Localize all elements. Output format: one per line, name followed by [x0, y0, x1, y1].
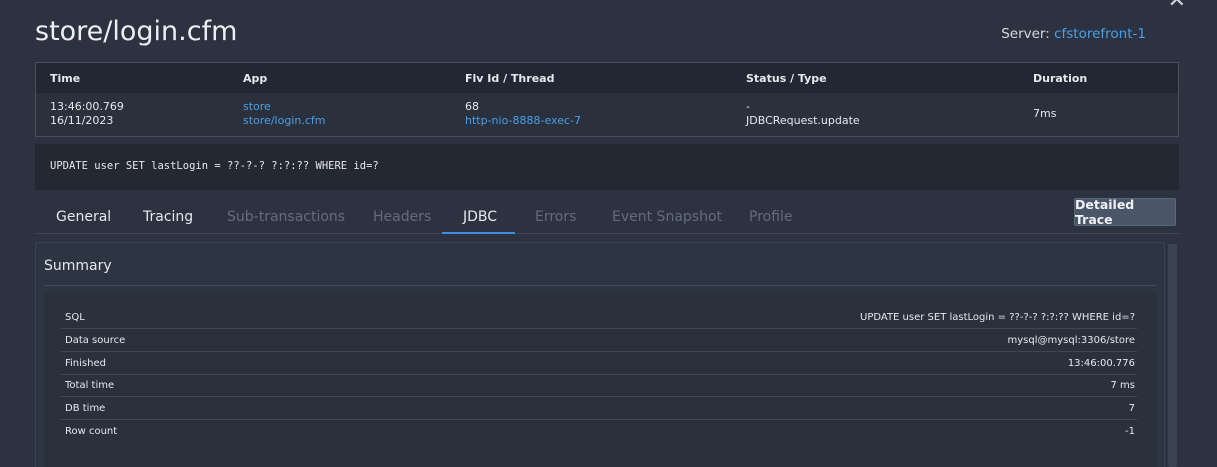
detail-value: 7 ms — [1110, 380, 1136, 391]
detailed-trace-button[interactable]: Detailed Trace — [1074, 197, 1176, 227]
tab-errors[interactable]: Errors — [535, 209, 576, 225]
close-icon[interactable]: ✕ — [1168, 0, 1186, 12]
cell-flv-thread: 68 http-nio-8888-exec-7 — [465, 100, 581, 128]
tab-jdbc[interactable]: JDBC — [463, 209, 497, 225]
detail-key: Finished — [65, 358, 106, 369]
server-label: Server: — [1001, 26, 1050, 42]
tab-tracing[interactable]: Tracing — [143, 209, 193, 225]
detail-key: Total time — [65, 380, 115, 391]
detail-row-total-time: Total time 7 ms — [61, 374, 1137, 397]
server-info: Server: cfstorefront-1 — [1001, 26, 1146, 42]
panel-divider — [44, 285, 1157, 286]
detail-key: SQL — [65, 312, 85, 323]
header-duration: Duration — [1033, 72, 1088, 85]
detail-value: mysql@mysql:3306/store — [1007, 335, 1135, 346]
flv-id: 68 — [465, 100, 479, 113]
header-time: Time — [50, 72, 81, 85]
detail-value: 7 — [1128, 403, 1135, 414]
table-header: Time App Flv Id / Thread Status / Type D… — [36, 63, 1178, 93]
tab-profile[interactable]: Profile — [749, 209, 793, 225]
jdbc-summary-list: SQL UPDATE user SET lastLogin = ??-?-? ?… — [44, 293, 1157, 467]
time-value: 13:46:00.769 — [50, 100, 124, 113]
detail-key: Data source — [65, 335, 126, 346]
detail-row-row-count: Row count -1 — [61, 420, 1137, 443]
tab-sub-transactions[interactable]: Sub-transactions — [227, 209, 345, 225]
type-value: JDBCRequest.update — [746, 114, 860, 127]
tab-general[interactable]: General — [56, 209, 111, 225]
sql-statement: UPDATE user SET lastLogin = ??-?-? ?:?:?… — [35, 144, 1179, 190]
tab-event-snapshot[interactable]: Event Snapshot — [612, 209, 722, 225]
detail-value: UPDATE user SET lastLogin = ??-?-? ?:?:?… — [860, 312, 1135, 323]
active-tab-indicator — [442, 232, 515, 234]
cell-time: 13:46:00.769 16/11/2023 — [50, 100, 124, 128]
panel-scrollbar[interactable] — [1168, 244, 1177, 467]
thread-link[interactable]: http-nio-8888-exec-7 — [465, 114, 581, 128]
detail-row-data-source: Data source mysql@mysql:3306/store — [61, 329, 1137, 352]
transaction-summary-table: Time App Flv Id / Thread Status / Type D… — [35, 62, 1179, 137]
detail-row-finished: Finished 13:46:00.776 — [61, 352, 1137, 375]
panel-title: Summary — [44, 258, 112, 274]
header-app: App — [243, 72, 268, 85]
detail-row-db-time: DB time 7 — [61, 397, 1137, 420]
header-status-type: Status / Type — [746, 72, 827, 85]
app-link[interactable]: store — [243, 100, 325, 114]
cell-app: store store/login.cfm — [243, 100, 325, 128]
status-value: - — [746, 100, 750, 113]
detail-value: 13:46:00.776 — [1067, 358, 1135, 369]
date-value: 16/11/2023 — [50, 114, 114, 127]
detail-value: -1 — [1125, 426, 1135, 437]
cell-status-type: - JDBCRequest.update — [746, 100, 860, 128]
duration-value: 7ms — [1033, 107, 1057, 120]
tab-bar: General Tracing Sub-transactions Headers… — [35, 201, 1179, 234]
detail-key: DB time — [65, 403, 106, 414]
page-title: store/login.cfm — [35, 16, 238, 47]
detail-row-sql: SQL UPDATE user SET lastLogin = ??-?-? ?… — [61, 306, 1137, 329]
header-flv-thread: Flv Id / Thread — [465, 72, 555, 85]
tab-headers[interactable]: Headers — [373, 209, 431, 225]
detail-key: Row count — [65, 426, 118, 437]
server-link[interactable]: cfstorefront-1 — [1054, 26, 1146, 42]
app-page-link[interactable]: store/login.cfm — [243, 114, 325, 128]
